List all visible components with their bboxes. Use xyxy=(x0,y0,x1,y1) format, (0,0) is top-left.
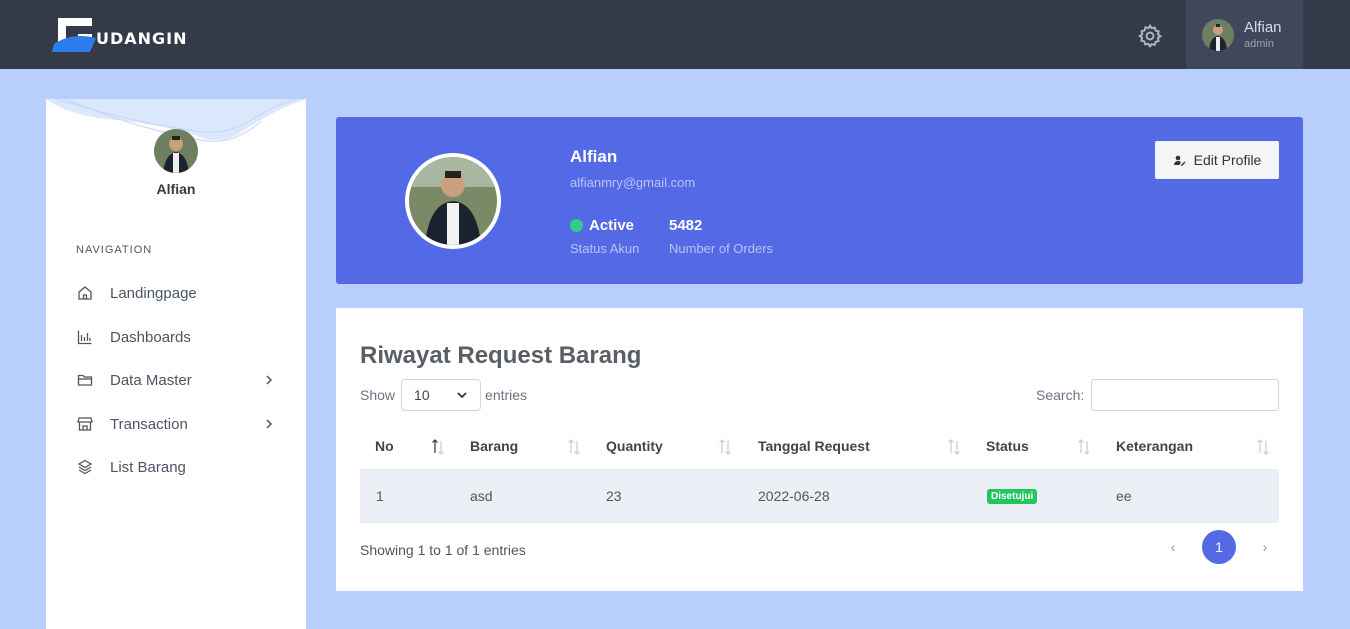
cell-quantity: 23 xyxy=(606,488,622,504)
sort-icon[interactable] xyxy=(717,437,733,457)
sort-icon[interactable] xyxy=(946,437,962,457)
edit-profile-label: Edit Profile xyxy=(1193,152,1262,168)
page-title: Riwayat Request Barang xyxy=(360,342,642,369)
logo-text: UDANGIN xyxy=(96,28,188,48)
top-navbar: UDANGIN Alfian admin xyxy=(0,0,1350,69)
cell-status: Disetujui xyxy=(987,469,1038,523)
sidebar-avatar xyxy=(154,129,198,173)
pagination: ‹ 1 › xyxy=(1162,530,1276,564)
cell-tanggal: 2022-06-28 xyxy=(758,488,830,504)
pagination-next[interactable]: › xyxy=(1254,539,1276,555)
sidebar-item-label: Landingpage xyxy=(110,284,197,302)
sidebar-item-list-barang[interactable]: List Barang xyxy=(76,456,276,478)
user-name: Alfian xyxy=(1244,18,1282,36)
status-label: Status Akun xyxy=(570,241,640,256)
home-icon xyxy=(76,284,94,302)
entries-label: entries xyxy=(485,387,528,403)
profile-card: Alfian alfianmry@gmail.com Active Status… xyxy=(336,117,1303,284)
table-header: No Barang Quantity Tanggal Request Statu… xyxy=(360,423,1279,469)
sidebar-item-dashboards[interactable]: Dashboards xyxy=(76,326,276,348)
sidebar-user-name: Alfian xyxy=(156,181,196,197)
sidebar: Alfian NAVIGATION Landingpage Dashboards… xyxy=(46,99,306,629)
user-menu[interactable]: Alfian admin xyxy=(1186,0,1303,69)
account-status: Active xyxy=(570,217,634,234)
entries-length-control: Show 10 entries xyxy=(360,379,527,411)
pagination-page-1[interactable]: 1 xyxy=(1202,530,1236,564)
sidebar-item-label: Transaction xyxy=(110,415,188,433)
search-label: Search: xyxy=(1036,387,1085,403)
sidebar-item-label: List Barang xyxy=(110,458,186,476)
sidebar-item-data-master[interactable]: Data Master xyxy=(76,369,276,391)
user-role: admin xyxy=(1244,37,1274,50)
table-info: Showing 1 to 1 of 1 entries xyxy=(360,542,526,558)
column-header-tanggal-request[interactable]: Tanggal Request xyxy=(758,423,870,469)
sort-icon[interactable] xyxy=(1076,437,1092,457)
search-input[interactable] xyxy=(1091,379,1280,411)
column-header-no[interactable]: No xyxy=(375,423,394,469)
status-badge: Disetujui xyxy=(987,488,1038,504)
app-logo[interactable]: UDANGIN xyxy=(52,14,188,54)
table-search: Search: xyxy=(1036,379,1280,411)
column-header-barang[interactable]: Barang xyxy=(470,423,518,469)
chevron-right-icon xyxy=(266,375,273,385)
orders-count: 5482 xyxy=(669,217,703,234)
logo-mark-icon xyxy=(52,18,96,52)
sort-icon[interactable] xyxy=(1255,437,1271,457)
show-label: Show xyxy=(360,387,396,403)
column-header-keterangan[interactable]: Keterangan xyxy=(1116,423,1193,469)
cell-barang: asd xyxy=(470,488,493,504)
profile-avatar xyxy=(405,153,501,249)
orders-label: Number of Orders xyxy=(669,241,774,256)
chevron-down-icon xyxy=(457,392,467,399)
cell-no: 1 xyxy=(376,488,384,504)
entries-select-value: 10 xyxy=(414,387,430,403)
profile-email: alfianmry@gmail.com xyxy=(570,175,696,190)
sidebar-item-transaction[interactable]: Transaction xyxy=(76,413,276,435)
layers-icon xyxy=(76,458,94,476)
pagination-previous[interactable]: ‹ xyxy=(1162,539,1184,555)
user-edit-icon xyxy=(1173,155,1186,166)
sidebar-item-landingpage[interactable]: Landingpage xyxy=(76,282,276,304)
edit-profile-button[interactable]: Edit Profile xyxy=(1155,141,1279,179)
entries-select[interactable]: 10 xyxy=(401,379,482,411)
profile-name: Alfian xyxy=(570,147,618,166)
status-dot-icon xyxy=(570,219,583,232)
column-header-quantity[interactable]: Quantity xyxy=(606,423,663,469)
sidebar-item-label: Dashboards xyxy=(110,328,191,346)
table-row: 1 asd 23 2022-06-28 Disetujui ee xyxy=(360,469,1279,523)
store-icon xyxy=(76,415,94,433)
status-value: Active xyxy=(589,217,635,234)
chevron-right-icon xyxy=(266,419,273,429)
column-header-status[interactable]: Status xyxy=(986,423,1029,469)
request-history-card: Riwayat Request Barang Show 10 entries S… xyxy=(336,308,1303,591)
avatar xyxy=(1202,18,1234,51)
gear-icon[interactable] xyxy=(1137,23,1163,49)
cell-keterangan: ee xyxy=(1116,488,1132,504)
sort-icon[interactable] xyxy=(566,437,582,457)
folder-icon xyxy=(76,371,94,389)
bar-chart-icon xyxy=(76,328,94,346)
nav-section-label: NAVIGATION xyxy=(76,244,153,256)
sidebar-item-label: Data Master xyxy=(110,371,192,389)
sort-asc-icon[interactable] xyxy=(430,437,446,457)
